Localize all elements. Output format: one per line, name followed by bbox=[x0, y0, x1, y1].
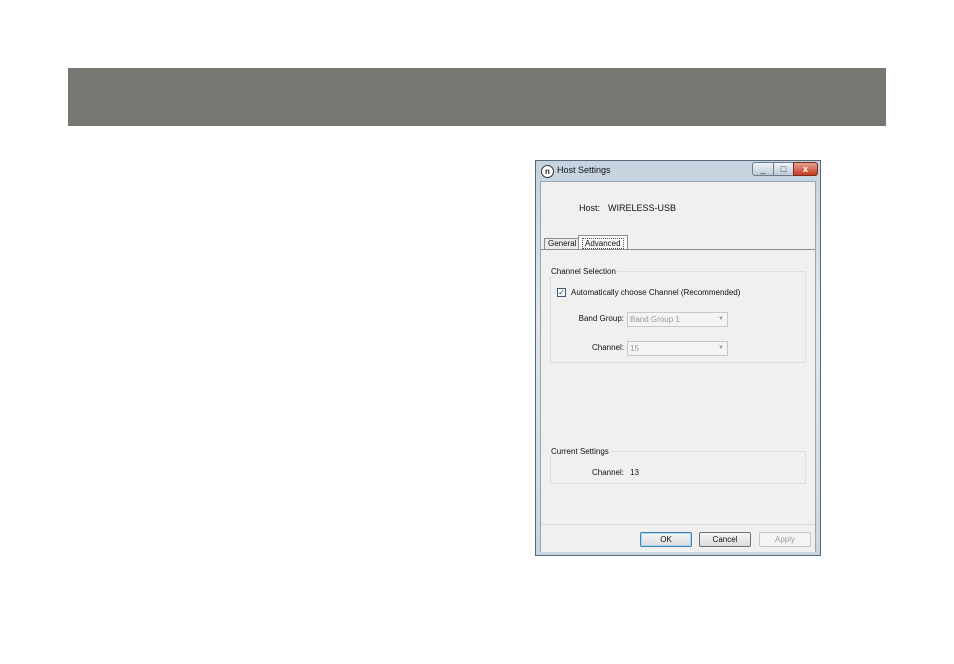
channel-select[interactable]: 15 ▼ bbox=[627, 341, 728, 356]
header-bar bbox=[68, 68, 886, 126]
current-channel-label: Channel: bbox=[591, 468, 624, 477]
auto-channel-label[interactable]: Automatically choose Channel (Recommende… bbox=[571, 288, 740, 297]
chevron-down-icon: ▼ bbox=[718, 345, 724, 351]
band-group-label: Band Group: bbox=[578, 314, 624, 323]
tab-divider bbox=[541, 249, 815, 250]
host-value: WIRELESS-USB bbox=[608, 203, 677, 213]
cancel-button[interactable]: Cancel bbox=[699, 532, 751, 547]
apply-button[interactable]: Apply bbox=[759, 532, 811, 547]
tab-advanced[interactable]: Advanced bbox=[578, 235, 628, 250]
auto-channel-checkbox[interactable]: ✓ bbox=[557, 288, 566, 297]
close-button[interactable]: x bbox=[793, 162, 818, 176]
host-settings-dialog: n Host Settings _ □ x Host: WIRELESS-USB… bbox=[535, 160, 821, 556]
button-bar: OK Cancel Apply bbox=[541, 524, 815, 552]
maximize-button[interactable]: □ bbox=[773, 162, 794, 176]
window-title: Host Settings bbox=[557, 165, 611, 175]
channel-selection-title: Channel Selection bbox=[550, 267, 617, 276]
ok-button[interactable]: OK bbox=[640, 532, 692, 547]
dialog-client-area: Host: WIRELESS-USB General Advanced Chan… bbox=[540, 181, 816, 552]
band-group-select[interactable]: Band Group 1 ▼ bbox=[627, 312, 728, 327]
network-icon: n bbox=[541, 165, 554, 178]
current-channel-value: 13 bbox=[630, 468, 639, 477]
host-label: Host: bbox=[579, 203, 601, 213]
minimize-button[interactable]: _ bbox=[752, 162, 774, 176]
chevron-down-icon: ▼ bbox=[718, 316, 724, 322]
current-settings-title: Current Settings bbox=[550, 447, 610, 456]
title-bar[interactable]: n Host Settings _ □ x bbox=[536, 161, 820, 181]
channel-value: 15 bbox=[630, 344, 639, 353]
band-group-value: Band Group 1 bbox=[630, 315, 680, 324]
channel-label: Channel: bbox=[591, 343, 624, 352]
tab-advanced-label: Advanced bbox=[582, 238, 624, 249]
